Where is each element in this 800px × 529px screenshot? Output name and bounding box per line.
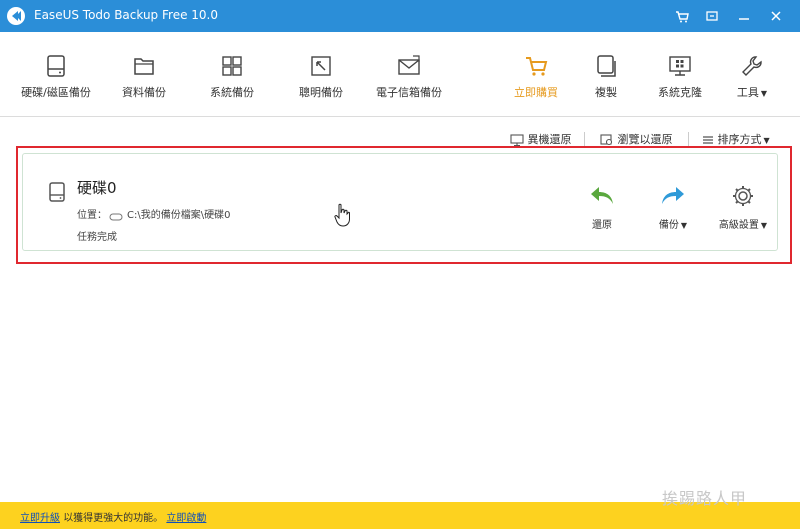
sort-button[interactable]: 排序方式 ▼ bbox=[702, 131, 770, 147]
toolbar-mail-backup[interactable]: 電子信箱備份 bbox=[374, 52, 444, 112]
gear-icon bbox=[730, 186, 756, 212]
upgrade-text: 以獲得更強大的功能。 bbox=[63, 513, 164, 524]
redo-arrow-icon bbox=[660, 187, 686, 212]
clone-icon bbox=[586, 52, 626, 82]
browse-restore-label: 瀏覽以還原 bbox=[617, 133, 673, 146]
disk-icon bbox=[47, 181, 67, 207]
backup-label: 備份 bbox=[658, 220, 679, 231]
toolbar-buy-now[interactable]: 立即購買 bbox=[510, 52, 562, 112]
minimize-icon[interactable] bbox=[734, 6, 754, 26]
toolbar-clone[interactable]: 複製 bbox=[586, 52, 626, 112]
toolbar-file-backup-label: 資料備份 bbox=[122, 86, 166, 99]
title-bar: EaseUS Todo Backup Free 10.0 bbox=[0, 0, 800, 32]
toolbar-system-backup[interactable]: 系統備份 bbox=[201, 52, 263, 112]
disk-icon bbox=[20, 52, 92, 82]
undo-arrow-icon bbox=[589, 187, 615, 212]
advanced-settings-button[interactable]: 高級設置 ▼ bbox=[716, 184, 770, 231]
chevron-down-icon: ▼ bbox=[760, 89, 768, 98]
task-status: 任務完成 bbox=[77, 232, 117, 243]
restore-button[interactable]: 還原 bbox=[588, 184, 616, 231]
toolbar-disk-backup-label: 硬碟/磁區備份 bbox=[21, 86, 91, 99]
toolbar-file-backup[interactable]: 資料備份 bbox=[113, 52, 175, 112]
toolbar-disk-backup[interactable]: 硬碟/磁區備份 bbox=[20, 52, 92, 112]
mail-icon bbox=[374, 52, 444, 82]
toolbar-buy-now-label: 立即購買 bbox=[514, 86, 558, 99]
toolbar-smart-backup[interactable]: 聰明備份 bbox=[290, 52, 352, 112]
system-clone-icon bbox=[652, 52, 708, 82]
app-logo-icon bbox=[6, 6, 26, 26]
restore-label: 還原 bbox=[592, 220, 612, 231]
toolbar-tools[interactable]: 工具 ▼ bbox=[732, 52, 772, 112]
toolbar-system-backup-label: 系統備份 bbox=[210, 86, 254, 99]
hand-cursor-icon bbox=[334, 203, 350, 231]
main-toolbar: 硬碟/磁區備份 資料備份 系統備份 聰明備份 電子信箱備份 立即購買 複製 系統… bbox=[0, 32, 800, 117]
close-icon[interactable] bbox=[766, 6, 786, 26]
browse-restore-button[interactable]: 瀏覽以還原 bbox=[600, 131, 673, 147]
toolbar-system-clone-label: 系統克隆 bbox=[658, 86, 702, 99]
windows-icon bbox=[201, 52, 263, 82]
smart-backup-icon bbox=[290, 52, 352, 82]
advanced-settings-label: 高級設置 bbox=[718, 220, 759, 231]
chevron-down-icon: ▼ bbox=[680, 221, 688, 230]
sort-label: 排序方式 bbox=[717, 133, 762, 146]
restore-other-label: 異機還原 bbox=[527, 133, 572, 146]
watermark: 挨踢路人甲 bbox=[662, 489, 748, 508]
backup-task-name: 硬碟0 bbox=[77, 179, 117, 197]
drive-icon bbox=[109, 207, 123, 226]
divider bbox=[584, 132, 585, 146]
toolbar-mail-backup-label: 電子信箱備份 bbox=[376, 86, 442, 99]
toolbar-system-clone[interactable]: 系統克隆 bbox=[652, 52, 708, 112]
restore-other-button[interactable]: 異機還原 bbox=[510, 131, 572, 147]
toolbar-clone-label: 複製 bbox=[595, 86, 617, 99]
chevron-down-icon: ▼ bbox=[760, 221, 768, 230]
divider bbox=[688, 132, 689, 146]
wrench-icon bbox=[732, 52, 772, 82]
cart-icon[interactable] bbox=[672, 6, 692, 26]
restore-window-icon[interactable] bbox=[702, 6, 722, 26]
window-title: EaseUS Todo Backup Free 10.0 bbox=[34, 8, 218, 22]
location-label: 位置： bbox=[77, 210, 107, 221]
monitor-restore-icon bbox=[510, 133, 524, 147]
list-icon bbox=[702, 133, 714, 146]
upgrade-link[interactable]: 立即升級 bbox=[20, 513, 60, 524]
browse-icon bbox=[600, 133, 614, 146]
toolbar-smart-backup-label: 聰明備份 bbox=[299, 86, 343, 99]
backup-button[interactable]: 備份 ▼ bbox=[656, 184, 690, 231]
chevron-down-icon: ▼ bbox=[763, 136, 770, 145]
location-path[interactable]: C:\我的備份檔案\硬碟0 bbox=[127, 206, 230, 221]
folder-icon bbox=[113, 52, 175, 82]
toolbar-tools-label: 工具 ▼ bbox=[736, 86, 768, 99]
activate-link[interactable]: 立即啟動 bbox=[166, 513, 206, 524]
cart-icon bbox=[510, 52, 562, 82]
